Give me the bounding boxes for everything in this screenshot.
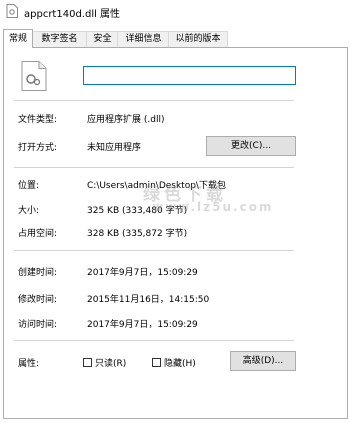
tab-bar: 常规 数字签名 安全 详细信息 以前的版本 [0,29,350,48]
size-label: 大小: [18,206,40,216]
watermark-url: www.lz5u.com [152,200,274,214]
readonly-checkbox[interactable]: 只读(R) [83,356,127,369]
readonly-checkbox-box[interactable] [83,358,92,367]
file-name-field[interactable] [83,66,296,85]
attributes-label: 属性: [18,359,40,369]
location-label: 位置: [18,181,40,191]
hidden-checkbox-box[interactable] [152,358,161,367]
tab-security[interactable]: 安全 [86,31,119,47]
divider [14,100,294,101]
open-with-value: 未知应用程序 [87,143,142,153]
size-on-disk-label: 占用空间: [18,229,58,239]
tab-general[interactable]: 常规 [3,29,33,48]
dll-file-large-icon [21,61,47,91]
divider [14,250,294,251]
title-bar: appcrt140d.dll 属性 [0,0,350,22]
modified-value: 2015年11月16日，14:15:50 [87,295,210,305]
open-with-label: 打开方式: [18,143,58,153]
divider [14,167,294,168]
readonly-label: 只读(R) [95,359,127,369]
created-label: 创建时间: [18,268,58,278]
file-type-label: 文件类型: [18,115,58,125]
window-title: appcrt140d.dll 属性 [24,9,121,20]
divider [14,340,294,341]
tab-details[interactable]: 详细信息 [117,31,170,47]
advanced-button[interactable]: 高级(D)... [230,351,296,371]
hidden-label: 隐藏(H) [164,359,196,369]
accessed-label: 访问时间: [18,320,58,330]
created-value: 2017年9月7日，15:09:29 [87,268,198,278]
general-panel: 文件类型: 应用程序扩展 (.dll) 打开方式: 未知应用程序 更改(C)..… [3,47,348,419]
tab-previous-versions[interactable]: 以前的版本 [168,31,228,47]
accessed-value: 2017年9月7日，15:09:29 [87,320,198,330]
size-on-disk-value: 328 KB (335,872 字节) [87,229,188,239]
modified-label: 修改时间: [18,295,58,305]
dll-file-icon [6,4,18,18]
hidden-checkbox[interactable]: 隐藏(H) [152,356,196,369]
tab-digital-signatures[interactable]: 数字签名 [31,31,88,47]
file-type-value: 应用程序扩展 (.dll) [87,115,165,125]
change-button[interactable]: 更改(C)... [206,136,296,156]
